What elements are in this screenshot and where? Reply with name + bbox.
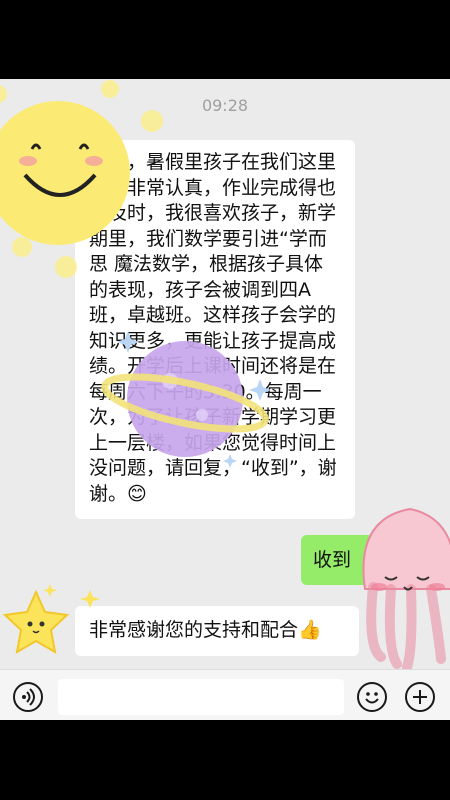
input-bar	[0, 669, 450, 721]
navigation-bar-area	[0, 720, 450, 800]
outgoing-message-bubble[interactable]: 收到	[301, 535, 375, 585]
emoji-icon[interactable]	[357, 682, 387, 712]
plus-glyph	[413, 690, 427, 704]
message-timestamp: 09:28	[201, 96, 249, 115]
emoji-face-glyph	[365, 692, 379, 704]
voice-wave-glyph	[22, 688, 35, 706]
incoming-thanks-bubble[interactable]: 非常感谢您的支持和配合👍	[75, 606, 359, 656]
chat-area: 09:28 妈妈，暑假里孩子在我们这里上课非常认真，作业完成得也很及时，我很喜欢…	[0, 79, 450, 669]
message-input[interactable]	[58, 679, 344, 715]
plus-icon[interactable]	[405, 682, 435, 712]
incoming-message-bubble[interactable]: 妈妈，暑假里孩子在我们这里上课非常认真，作业完成得也很及时，我很喜欢孩子，新学期…	[75, 140, 355, 519]
voice-icon[interactable]	[13, 682, 43, 712]
